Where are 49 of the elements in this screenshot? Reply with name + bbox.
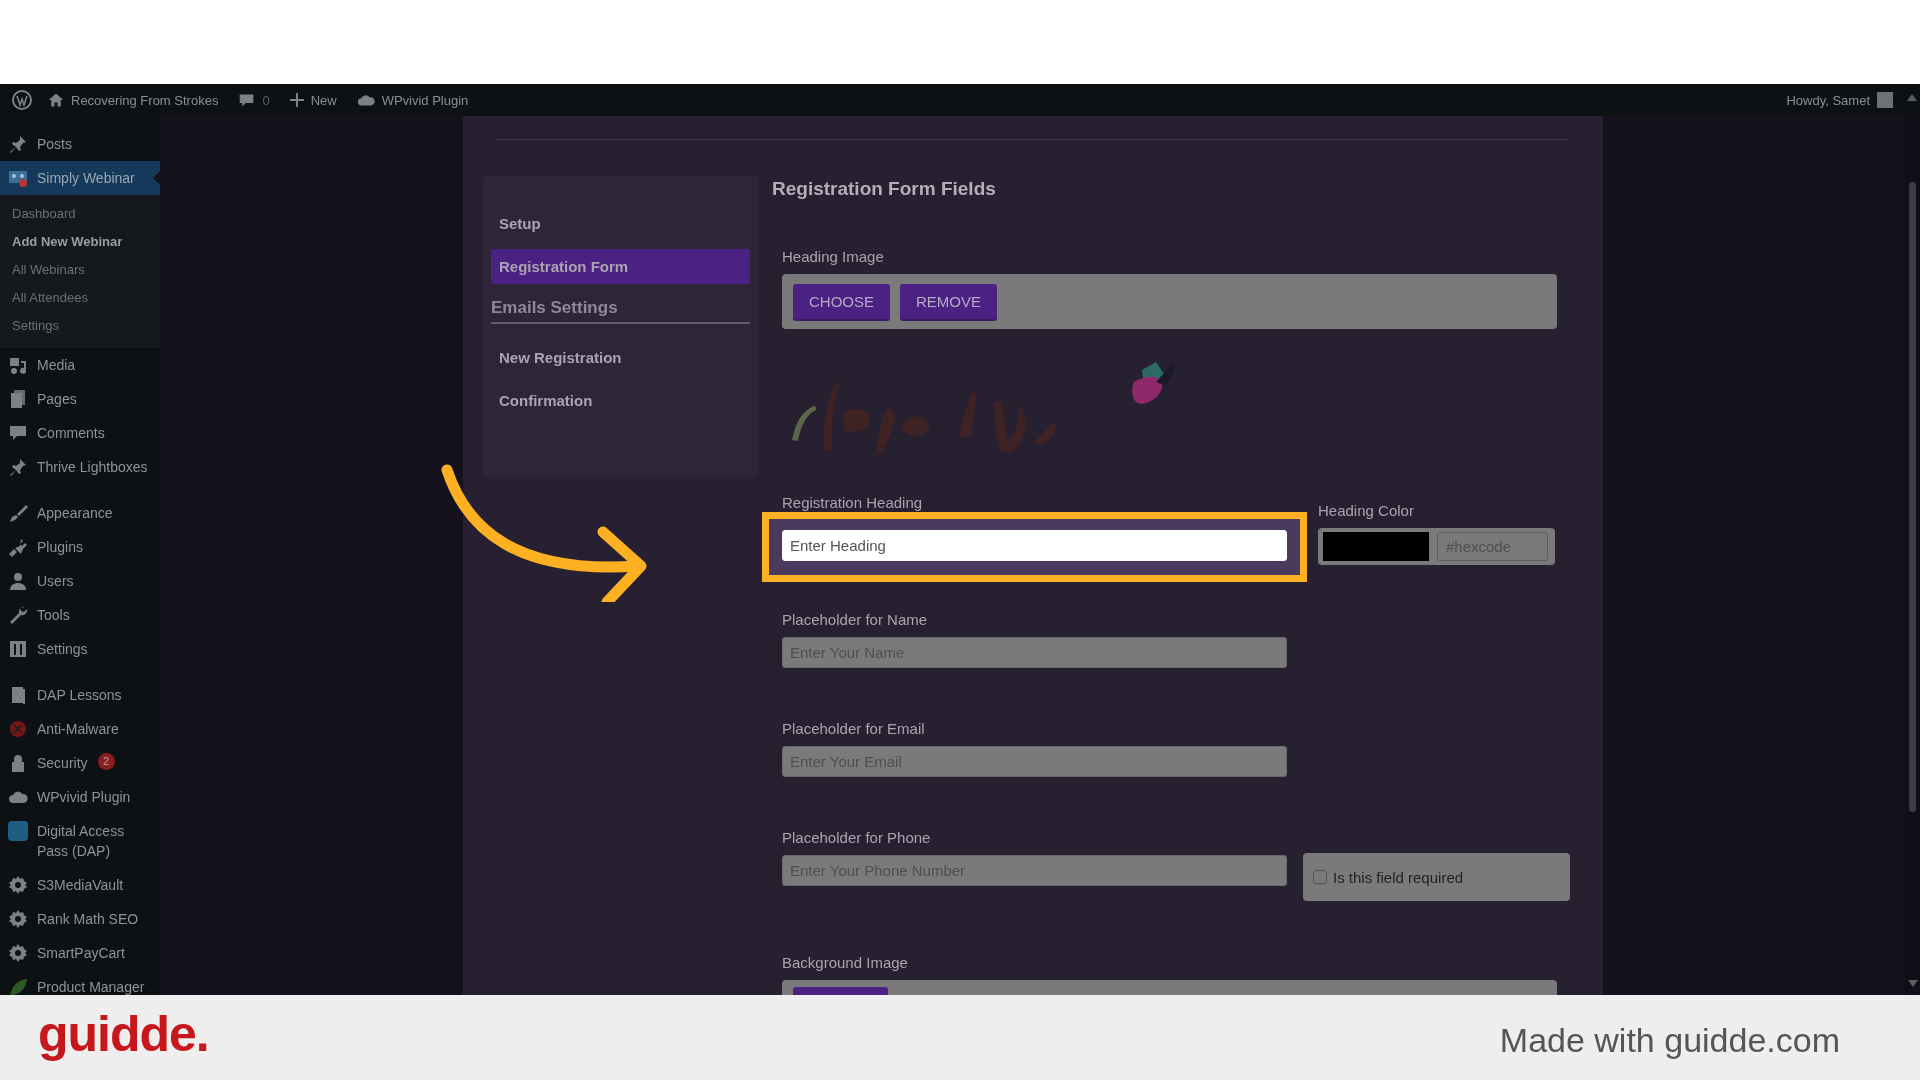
- field-label: Placeholder for Name: [782, 611, 928, 628]
- checkbox-label: Is this field required: [1333, 868, 1464, 886]
- brand-logo: guidde.: [38, 1004, 209, 1063]
- site-name-link[interactable]: Recovering From Strokes: [71, 92, 219, 108]
- menu-item[interactable]: Posts: [0, 127, 160, 161]
- nav-tab[interactable]: Confirmation: [491, 383, 750, 418]
- count-badge: 2: [97, 753, 115, 770]
- submenu-item[interactable]: Settings: [0, 312, 160, 340]
- form-title: Registration Form Fields: [772, 178, 997, 200]
- submenu-item[interactable]: All Webinars: [0, 256, 160, 284]
- field-label: Placeholder for Phone: [782, 829, 931, 846]
- nav-tab[interactable]: New Registration: [491, 340, 750, 375]
- submenu-item[interactable]: Add New Webinar: [0, 228, 160, 256]
- heading-input[interactable]: Enter Heading: [782, 530, 1287, 561]
- menu-item[interactable]: Anti-Malware: [0, 712, 160, 746]
- field-label: Placeholder for Email: [782, 720, 925, 737]
- menu-item[interactable]: Rank Math SEO: [0, 902, 160, 936]
- menu-item[interactable]: S3MediaVault: [0, 868, 160, 902]
- field-label: Heading Color: [1318, 502, 1414, 519]
- menu-item[interactable]: DAP Lessons: [0, 678, 160, 712]
- image-button[interactable]: REMOVE: [900, 284, 998, 319]
- field-label: Registration Heading: [782, 494, 923, 511]
- menu-item[interactable]: Pages: [0, 382, 160, 416]
- menu-item[interactable]: Digital Access Pass (DAP): [0, 814, 160, 868]
- menu-item[interactable]: SmartPayCart: [0, 936, 160, 970]
- menu-item[interactable]: Comments: [0, 416, 160, 450]
- image-button[interactable]: CHOOSE: [793, 284, 890, 319]
- nav-tab[interactable]: Registration Form: [491, 249, 750, 284]
- menu-item[interactable]: Thrive Lightboxes: [0, 450, 160, 484]
- menu-item[interactable]: Appearance: [0, 496, 160, 530]
- field-label: Heading Image: [782, 248, 884, 265]
- new-link[interactable]: New: [310, 92, 337, 108]
- plugin-link[interactable]: WPvivid Plugin: [381, 92, 469, 108]
- menu-item[interactable]: Media: [0, 348, 160, 382]
- menu-item[interactable]: Product Manager: [0, 970, 160, 995]
- menu-item[interactable]: Security 2: [0, 746, 160, 780]
- nav-tab[interactable]: Setup: [491, 206, 750, 241]
- submenu-item[interactable]: All Attendees: [0, 284, 160, 312]
- field-label: Background Image: [782, 954, 908, 971]
- submenu-item[interactable]: Dashboard: [0, 200, 160, 228]
- menu-item[interactable]: Simply Webinar: [0, 161, 160, 195]
- menu-item[interactable]: Plugins: [0, 530, 160, 564]
- menu-item[interactable]: Users: [0, 564, 160, 598]
- menu-item[interactable]: Settings: [0, 632, 160, 666]
- menu-item[interactable]: WPvivid Plugin: [0, 780, 160, 814]
- credit-text: Made with guidde.com: [1499, 1021, 1840, 1060]
- section-heading: Emails Settings: [491, 292, 750, 324]
- greeting-link[interactable]: Howdy, Samet: [1786, 92, 1870, 108]
- menu-item[interactable]: Tools: [0, 598, 160, 632]
